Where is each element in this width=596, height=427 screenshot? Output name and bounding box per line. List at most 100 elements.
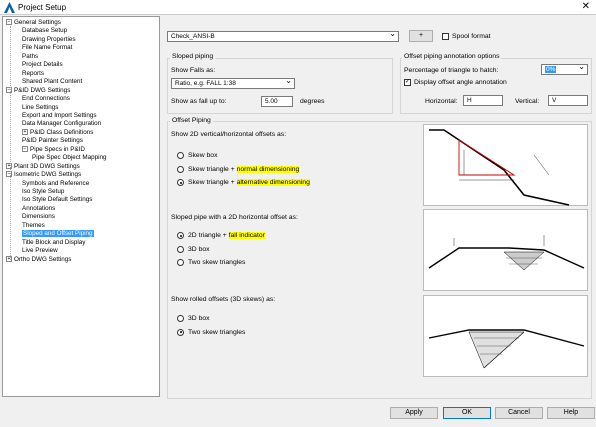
fall-indicator-drawing bbox=[428, 235, 585, 271]
tree-item-label: Themes bbox=[22, 221, 45, 229]
apply-button[interactable]: Apply bbox=[390, 407, 438, 419]
option-text: Skew box bbox=[188, 152, 218, 159]
horizontal-label: Horizontal: bbox=[425, 98, 458, 105]
tree-item-label: Shared Plant Content bbox=[22, 78, 83, 86]
add-style-button[interactable]: + bbox=[409, 30, 433, 42]
fall-indicator-preview bbox=[423, 209, 588, 291]
tree-item-label: P&ID Class Definitions bbox=[30, 128, 94, 136]
tree-item-label: Live Preview bbox=[22, 247, 58, 255]
tree-item-label: End Connections bbox=[22, 95, 70, 103]
vertical-label: Vertical: bbox=[515, 98, 540, 105]
expand-icon[interactable]: + bbox=[22, 129, 28, 136]
highlighted-option-text: normal dimensioning bbox=[236, 165, 300, 173]
falls-format-select[interactable]: Ratio, e.g. FALL 1:38 bbox=[171, 76, 295, 89]
settings-tree[interactable]: − General Settings Database Setup Drawing P… bbox=[2, 16, 160, 397]
tree-item-label: P&ID DWG Settings bbox=[14, 86, 71, 94]
tree-item-label: Paths bbox=[22, 52, 39, 60]
expand-icon[interactable]: + bbox=[6, 162, 12, 169]
skew-triangle-preview bbox=[423, 124, 588, 206]
tree-item-label: General Settings bbox=[14, 19, 61, 26]
tree-item-label: Pipe Specs in P&ID bbox=[30, 145, 85, 153]
tree-item-label: Sloped and Offset Piping bbox=[22, 230, 94, 238]
tree-item-label: Line Settings bbox=[22, 103, 59, 111]
tree-item-label: Project Details bbox=[22, 61, 63, 69]
show-falls-label: Show Falls as: bbox=[171, 67, 216, 74]
sloped-piping-heading: Sloped piping bbox=[170, 53, 216, 60]
tree-item-label: Iso Style Setup bbox=[22, 188, 65, 195]
collapse-icon[interactable]: − bbox=[6, 19, 12, 26]
rolled-options-radio[interactable] bbox=[177, 328, 184, 336]
vh-options-radio-label: Skew triangle + normal dimensioning bbox=[188, 165, 300, 173]
rolled-options-radio-label: 3D box bbox=[188, 315, 210, 322]
ok-button[interactable]: OK bbox=[443, 407, 491, 419]
vh-options-radio-label: Skew box bbox=[188, 152, 217, 159]
degrees-label: degrees bbox=[300, 98, 325, 105]
option-text: Skew triangle + bbox=[188, 179, 237, 186]
tree-item-label: Dimensions bbox=[22, 213, 55, 221]
display-angle-checkbox[interactable]: ✓ bbox=[404, 79, 411, 86]
display-angle-label: Display offset angle annotation bbox=[414, 79, 507, 86]
option-text: 3D box bbox=[188, 245, 210, 253]
tree-item-label: Annotations bbox=[22, 204, 56, 212]
rolled-offset-preview bbox=[423, 295, 588, 377]
tree-item-label: Database Setup bbox=[22, 27, 68, 35]
tree-item-label: File Name Format bbox=[22, 44, 73, 52]
sloped-options-radio-label: Two skew triangles bbox=[188, 259, 245, 266]
iso-style-select[interactable]: Check_ANSI-B bbox=[167, 29, 399, 42]
option-text: Two skew triangles bbox=[188, 328, 246, 336]
skew-triangle-drawing bbox=[429, 129, 570, 206]
vh-offsets-label: Show 2D vertical/horizontal offsets as: bbox=[171, 131, 287, 138]
sloped-offset-label: Sloped pipe with a 2D horizontal offset … bbox=[171, 214, 298, 221]
hatch-percent-select[interactable]: 0% bbox=[541, 62, 588, 75]
tree-item-label: Plant 3D DWG Settings bbox=[14, 162, 80, 170]
vertical-input[interactable]: V bbox=[548, 95, 588, 106]
option-text: Skew triangle + bbox=[188, 165, 237, 173]
tree-item-label: Drawing Properties bbox=[22, 35, 76, 43]
sloped-options-radio[interactable] bbox=[177, 232, 184, 239]
highlighted-option-text: fall indicator bbox=[228, 232, 265, 239]
hatch-percent-label: Percentage of triangle to hatch: bbox=[404, 67, 499, 74]
tree-item-label: Reports bbox=[22, 69, 45, 77]
tree-item-label: Export and Import Settings bbox=[22, 111, 97, 119]
vh-options-radio-label: Skew triangle + alternative dimensioning bbox=[188, 179, 310, 186]
tree-item-label: Title Block and Display bbox=[22, 238, 86, 246]
tree-item-label: Iso Style Default Settings bbox=[22, 196, 93, 204]
tree-item-label: Data Manager Configuration bbox=[22, 120, 102, 128]
tree-item-label: Pipe Spec Object Mapping bbox=[32, 154, 107, 162]
offset-annotation-heading: Offset piping annotation options bbox=[402, 53, 502, 60]
tree-item-label: P&ID Painter Settings bbox=[22, 137, 83, 145]
help-button[interactable]: Help bbox=[547, 407, 595, 419]
collapse-icon[interactable]: − bbox=[22, 146, 28, 153]
spool-format-checkbox[interactable] bbox=[442, 33, 449, 40]
horizontal-input[interactable]: H bbox=[463, 95, 503, 106]
fall-up-input[interactable]: 5.00 bbox=[261, 96, 293, 107]
tree-item[interactable]: + Ortho DWG Settings bbox=[6, 255, 71, 264]
close-icon[interactable]: ✕ bbox=[582, 1, 590, 12]
option-text: Two skew triangles bbox=[188, 259, 246, 266]
cancel-button[interactable]: Cancel bbox=[495, 407, 543, 419]
window-title: Project Setup bbox=[18, 3, 67, 12]
spool-format-label: Spool format bbox=[452, 33, 491, 40]
title-bar: Project Setup ✕ bbox=[0, 0, 596, 15]
collapse-icon[interactable]: − bbox=[6, 171, 12, 178]
highlighted-option-text: alternative dimensioning bbox=[236, 179, 310, 186]
rolled-offset-drawing bbox=[428, 329, 585, 369]
rolled-offsets-label: Show rolled offsets (3D skews) as: bbox=[171, 296, 276, 303]
tree-item-label: Ortho DWG Settings bbox=[14, 255, 72, 263]
sloped-options-radio[interactable] bbox=[177, 259, 184, 266]
vh-options-radio[interactable] bbox=[177, 179, 184, 186]
expand-icon[interactable]: + bbox=[6, 255, 12, 262]
offset-piping-heading: Offset Piping bbox=[170, 117, 213, 124]
tree-item-label: Isometric DWG Settings bbox=[14, 171, 82, 179]
rolled-options-radio[interactable] bbox=[177, 315, 184, 322]
collapse-icon[interactable]: − bbox=[6, 86, 12, 93]
sloped-options-radio[interactable] bbox=[177, 245, 184, 253]
vh-options-radio[interactable] bbox=[177, 165, 184, 173]
option-text: 3D box bbox=[188, 315, 210, 322]
sloped-options-radio-label: 2D triangle + fall indicator bbox=[188, 232, 265, 239]
fall-up-label: Show as fall up to: bbox=[171, 98, 227, 105]
tree-guide-line bbox=[10, 26, 11, 260]
vh-options-radio[interactable] bbox=[177, 152, 184, 159]
rolled-options-radio-label: Two skew triangles bbox=[188, 329, 245, 336]
tree-item-label: Symbols and Reference bbox=[22, 179, 90, 187]
